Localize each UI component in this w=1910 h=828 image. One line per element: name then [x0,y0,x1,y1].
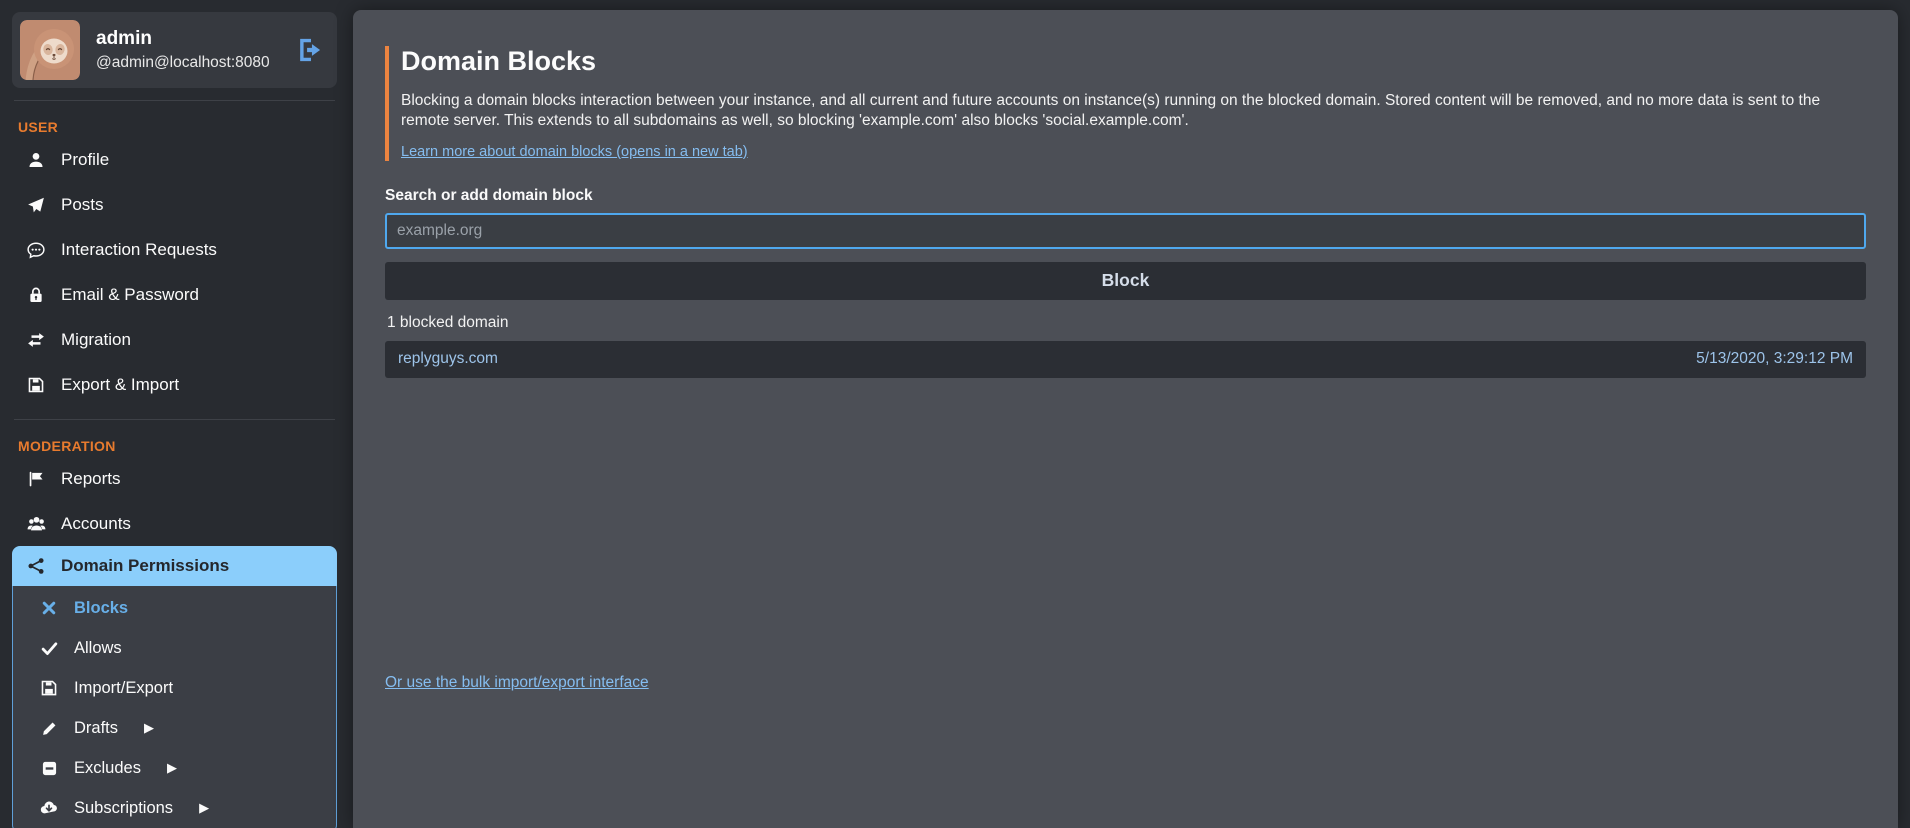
section-label-moderation: MODERATION [12,432,337,456]
share-nodes-icon [26,557,46,575]
floppy-disk-icon [26,376,46,394]
moderation-nav: Reports Accounts Domain Permissions [12,456,337,828]
domain-search-input[interactable] [385,213,1866,249]
sidebar-item-excludes[interactable]: Excludes ▶ [13,748,336,788]
section-label-user: USER [12,113,337,137]
blocked-count: 1 blocked domain [387,314,1866,332]
page-header: Domain Blocks Blocking a domain blocks i… [385,46,1866,161]
bulk-import-export-link[interactable]: Or use the bulk import/export interface [385,674,649,691]
sidebar-item-reports[interactable]: Reports [12,456,337,501]
user-display-name: admin [96,28,279,50]
blocked-domain-name: replyguys.com [398,350,498,368]
sidebar-divider [14,419,335,420]
user-icon [26,151,46,169]
user-info: admin @admin@localhost:8080 [96,28,279,72]
paper-plane-icon [26,196,46,214]
check-icon [39,640,59,657]
page-title: Domain Blocks [401,46,1866,77]
sidebar-item-label: Export & Import [61,375,179,395]
sidebar-item-migration[interactable]: Migration [12,317,337,362]
sidebar-item-profile[interactable]: Profile [12,137,337,182]
x-icon [39,600,59,616]
sidebar-item-label: Accounts [61,514,131,534]
sidebar-item-label: Drafts [74,719,118,738]
sidebar-item-label: Excludes [74,759,141,778]
sidebar-item-label: Subscriptions [74,799,173,818]
user-card[interactable]: admin @admin@localhost:8080 [12,12,337,88]
caret-right-icon: ▶ [199,800,209,816]
learn-more-link[interactable]: Learn more about domain blocks (opens in… [401,144,748,160]
comment-dots-icon [26,241,46,259]
sidebar-item-import-export[interactable]: Import/Export [13,668,336,708]
sidebar-item-drafts[interactable]: Drafts ▶ [13,708,336,748]
floppy-disk-icon [39,679,59,697]
sidebar-item-label: Import/Export [74,679,173,698]
minus-square-icon [39,760,59,777]
settings-sidebar: admin @admin@localhost:8080 USER Profile [0,0,352,828]
sidebar-item-interaction-requests[interactable]: Interaction Requests [12,227,337,272]
sidebar-divider [14,100,335,101]
sidebar-item-label: Posts [61,195,104,215]
arrows-left-right-icon [26,331,46,349]
sidebar-item-email-password[interactable]: Email & Password [12,272,337,317]
sidebar-item-allows[interactable]: Allows [13,628,336,668]
user-handle: @admin@localhost:8080 [96,54,279,72]
domain-block-form: Search or add domain block Block [385,187,1866,300]
caret-right-icon: ▶ [144,720,154,736]
search-label: Search or add domain block [385,187,1866,205]
sidebar-item-label: Reports [61,469,121,489]
sidebar-item-label: Blocks [74,599,128,618]
sidebar-item-export-import[interactable]: Export & Import [12,362,337,407]
sloth-avatar [20,20,80,80]
block-button[interactable]: Block [385,262,1866,300]
sidebar-item-blocks[interactable]: Blocks [13,588,336,628]
sidebar-item-subscriptions[interactable]: Subscriptions ▶ [13,788,336,828]
sidebar-item-label: Interaction Requests [61,240,217,260]
blocked-domain-timestamp: 5/13/2020, 3:29:12 PM [1696,350,1853,368]
sidebar-item-label: Allows [74,639,122,658]
pencil-icon [39,720,59,737]
caret-right-icon: ▶ [167,760,177,776]
user-nav: Profile Posts Interaction Requests [12,137,337,407]
users-icon [26,514,46,533]
sidebar-item-posts[interactable]: Posts [12,182,337,227]
sidebar-item-domain-permissions[interactable]: Domain Permissions [12,546,337,586]
lock-icon [26,286,46,304]
sign-out-icon [297,37,323,63]
flag-icon [26,470,46,488]
cloud-download-icon [39,799,59,817]
logout-button[interactable] [295,35,325,65]
sidebar-item-label: Migration [61,330,131,350]
sidebar-item-label: Email & Password [61,285,199,305]
domain-blocks-panel: Domain Blocks Blocking a domain blocks i… [353,10,1898,828]
sidebar-item-accounts[interactable]: Accounts [12,501,337,546]
blocked-domain-row[interactable]: replyguys.com 5/13/2020, 3:29:12 PM [385,341,1866,378]
bulk-link-container: Or use the bulk import/export interface [385,674,1866,692]
sidebar-item-label: Domain Permissions [61,556,229,576]
domain-permissions-submenu: Blocks Allows Import/Export [12,586,337,828]
sidebar-item-label: Profile [61,150,109,170]
page-description: Blocking a domain blocks interaction bet… [401,91,1866,132]
